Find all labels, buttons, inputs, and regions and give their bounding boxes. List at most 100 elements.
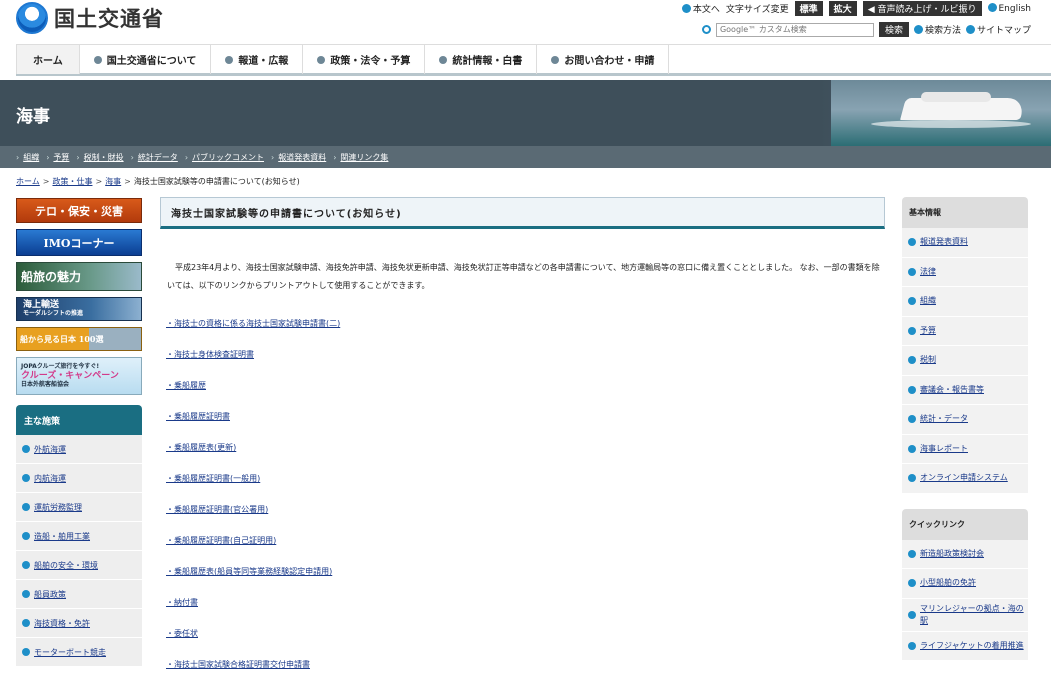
- search-method-link[interactable]: 検索方法: [913, 23, 961, 36]
- banner-imo-corner[interactable]: IMOコーナー: [16, 229, 142, 256]
- bullet-icon: [965, 25, 975, 34]
- document-link[interactable]: ・乗船履歴証明書(自己証明用): [166, 535, 276, 546]
- globe-icon: [987, 2, 997, 12]
- policy-item-licenses[interactable]: 海技資格・免許: [16, 609, 142, 638]
- bullet-icon: [908, 238, 916, 247]
- document-item: ・乗船履歴証明書(自己証明用): [166, 525, 885, 556]
- sitemap-link[interactable]: サイトマップ: [965, 23, 1031, 36]
- banner-cruise-campaign-main: クルーズ・キャンペーン: [21, 370, 119, 381]
- document-link[interactable]: ・委任状: [166, 628, 198, 639]
- breadcrumb-separator: >: [42, 177, 50, 186]
- document-item: ・納付書: [166, 587, 885, 618]
- voice-reading-button[interactable]: ◀︎ 音声読み上げ・ルビ振り: [862, 0, 982, 16]
- subnav-statistics[interactable]: 統計データ: [131, 152, 178, 163]
- gnav-about[interactable]: 国土交通省について: [80, 45, 212, 74]
- bullet-icon: [908, 474, 916, 483]
- document-link[interactable]: ・乗船履歴証明書: [166, 411, 230, 422]
- ferry-image: [831, 80, 1051, 146]
- basic-item-press[interactable]: 報道発表資料: [902, 228, 1028, 258]
- policy-item-seafarer[interactable]: 船員政策: [16, 580, 142, 609]
- bullet-icon: [908, 549, 916, 558]
- policy-item-shipbuilding[interactable]: 造船・舶用工業: [16, 522, 142, 551]
- gnav-policy[interactable]: 政策・法令・予算: [303, 45, 426, 74]
- intro-text: 平成23年4月より、海技士国家試験申請、海技免許申請、海技免状更新申請、海技免状…: [167, 263, 880, 290]
- wake-shape: [871, 120, 1031, 128]
- breadcrumb-home[interactable]: ホーム: [16, 177, 40, 186]
- section-subnav: 組織 予算 税制・財投 統計データ パブリックコメント 報道発表資料 関連リンク…: [0, 146, 1051, 168]
- document-link[interactable]: ・納付書: [166, 597, 198, 608]
- banner-japan-100[interactable]: 船から見る日本 100選: [16, 327, 142, 351]
- ministry-logo-icon: [16, 2, 48, 34]
- policy-item-ocean-shipping[interactable]: 外航海運: [16, 435, 142, 464]
- bullet-icon: [908, 326, 916, 335]
- breadcrumb-maritime[interactable]: 海事: [105, 177, 121, 186]
- site-logo[interactable]: 国土交通省: [16, 2, 164, 34]
- bullet-icon: [22, 532, 30, 540]
- banner-cruise-charm[interactable]: 船旅の魅力: [16, 262, 142, 291]
- document-item: ・乗船履歴証明書: [166, 401, 885, 432]
- text-size-normal-button[interactable]: 標準: [794, 0, 823, 16]
- basic-item-statistics[interactable]: 統計・データ: [902, 405, 1028, 435]
- subnav-links[interactable]: 関連リンク集: [333, 152, 388, 163]
- basic-item-report[interactable]: 海事レポート: [902, 435, 1028, 464]
- banner-cruise-campaign[interactable]: JOPAクルーズ旅行を今すぐ! クルーズ・キャンペーン 日本外航客船協会: [16, 357, 142, 395]
- subnav-press-release[interactable]: 報道発表資料: [271, 152, 326, 163]
- quick-item-small-boat-license[interactable]: 小型船舶の免許: [902, 569, 1028, 599]
- bullet-icon: [908, 579, 916, 588]
- ship-deck-shape: [921, 92, 991, 102]
- bullet-icon: [22, 503, 30, 511]
- bullet-icon: [225, 55, 234, 64]
- document-link[interactable]: ・乗船履歴: [166, 380, 206, 391]
- bullet-icon: [913, 25, 923, 34]
- subnav-budget[interactable]: 予算: [46, 152, 69, 163]
- basic-item-online-system[interactable]: オンライン申請システム: [902, 464, 1028, 494]
- bullet-icon: [551, 55, 560, 64]
- text-size-large-button[interactable]: 拡大: [828, 0, 857, 16]
- gnav-home[interactable]: ホーム: [16, 45, 80, 74]
- document-item: ・海技士身体検査証明書: [166, 339, 885, 370]
- search-input[interactable]: [715, 22, 874, 37]
- quick-links-list: 新造船政策検討会 小型船舶の免許 マリンレジャーの拠点・海の駅 ライフジャケット…: [902, 539, 1028, 661]
- basic-item-law[interactable]: 法律: [902, 258, 1028, 287]
- text-size-label: 文字サイズ変更: [725, 4, 789, 15]
- bullet-icon: [908, 297, 916, 306]
- document-link[interactable]: ・乗船履歴表(船員等同等業務経験認定申請用): [166, 566, 332, 577]
- breadcrumb: ホーム > 政策・仕事 > 海事 > 海技士国家試験等の申請書について(お知らせ): [16, 176, 300, 187]
- gnav-contact[interactable]: お問い合わせ・申請: [537, 45, 670, 74]
- quick-item-shipbuilding-policy[interactable]: 新造船政策検討会: [902, 540, 1028, 569]
- document-link[interactable]: ・乗船履歴証明書(官公署用): [166, 504, 268, 515]
- basic-info-list: 報道発表資料 法律 組織 予算 税制 審議会・報告書等 統計・データ 海事レポー…: [902, 228, 1028, 494]
- gnav-statistics[interactable]: 統計情報・白書: [425, 45, 538, 74]
- skip-to-content-link[interactable]: 本文へ: [681, 2, 720, 15]
- quick-item-marine-leisure[interactable]: マリンレジャーの拠点・海の駅: [902, 599, 1028, 632]
- bullet-icon: [22, 561, 30, 569]
- policy-item-motorboat[interactable]: モーターボート競走: [16, 638, 142, 667]
- subnav-public-comment[interactable]: パブリックコメント: [185, 152, 264, 163]
- document-link[interactable]: ・乗船履歴証明書(一般用): [166, 473, 260, 484]
- policy-item-ship-safety[interactable]: 船舶の安全・環境: [16, 551, 142, 580]
- search-button[interactable]: 検索: [878, 22, 909, 37]
- document-link[interactable]: ・海技士身体検査証明書: [166, 349, 254, 360]
- basic-item-tax[interactable]: 税制: [902, 346, 1028, 376]
- subnav-organization[interactable]: 組織: [16, 152, 39, 163]
- quick-item-life-jacket[interactable]: ライフジャケットの着用推進: [902, 632, 1028, 661]
- breadcrumb-policy[interactable]: 政策・仕事: [52, 177, 92, 186]
- english-link[interactable]: English: [987, 2, 1031, 14]
- document-item: ・委任状: [166, 618, 885, 649]
- document-link[interactable]: ・海技士の資格に係る海技士国家試験申請書(二): [166, 318, 340, 329]
- document-link[interactable]: ・海技士国家試験合格証明書交付申請書: [166, 659, 310, 670]
- gnav-press[interactable]: 報道・広報: [211, 45, 304, 74]
- basic-item-council[interactable]: 審議会・報告書等: [902, 376, 1028, 405]
- banner-sea-transport[interactable]: 海上輸送 モーダルシフトの推進: [16, 297, 142, 321]
- basic-item-budget[interactable]: 予算: [902, 317, 1028, 346]
- policy-item-labor[interactable]: 運航労務監理: [16, 493, 142, 522]
- document-link[interactable]: ・乗船履歴表(更新): [166, 442, 236, 453]
- bullet-icon: [439, 55, 448, 64]
- policy-item-coastal-shipping[interactable]: 内航海運: [16, 464, 142, 493]
- bullet-icon: [908, 641, 916, 650]
- banner-terror-security[interactable]: テロ・保安・災害: [16, 198, 142, 223]
- subnav-tax[interactable]: 税制・財投: [76, 152, 124, 163]
- basic-item-organization[interactable]: 組織: [902, 287, 1028, 317]
- main-content: 海技士国家試験等の申請書について(お知らせ) 平成23年4月より、海技士国家試験…: [160, 197, 885, 680]
- search-pin-icon: [701, 25, 711, 34]
